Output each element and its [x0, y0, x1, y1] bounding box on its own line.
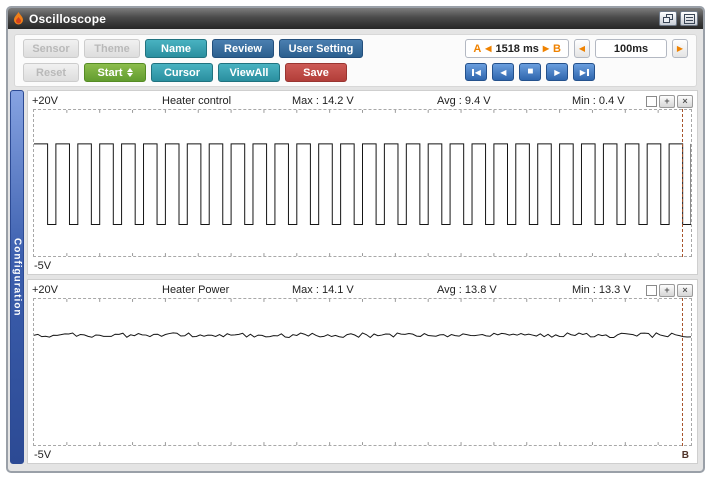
step-back-button[interactable]: ◀ — [492, 63, 515, 81]
min-value: Min : 13.3 V — [572, 284, 631, 296]
cursor-b-line[interactable] — [682, 298, 683, 446]
time-range-display[interactable]: A ◀ 1518 ms ▶ B — [465, 39, 569, 58]
avg-value: Avg : 9.4 V — [437, 95, 491, 107]
close-icon: × — [682, 96, 688, 106]
timebase-display[interactable]: 100ms — [595, 39, 667, 58]
time-range-value: 1518 ms — [495, 42, 539, 55]
minimize-window-button[interactable] — [680, 11, 698, 26]
restore-window-button[interactable] — [659, 11, 677, 26]
cursor-b-footer-label: B — [681, 450, 689, 461]
panel-controls: + × — [646, 94, 693, 108]
play-icon: ▶ — [554, 67, 561, 77]
bar-icon — [471, 68, 474, 76]
app-icon — [13, 12, 24, 25]
cursor-b-line[interactable] — [682, 109, 683, 257]
save-button[interactable]: Save — [285, 63, 347, 82]
screen: Oscilloscope Sensor Theme Name Review Us… — [0, 0, 711, 479]
channel-panels: +20V Heater control Max : 14.2 V Avg : 9… — [27, 90, 698, 464]
avg-value: Avg : 13.8 V — [437, 284, 497, 296]
cursor-button[interactable]: Cursor — [151, 63, 213, 82]
stop-button[interactable]: ■ — [519, 63, 542, 81]
zoom-plus-icon: + — [664, 96, 670, 106]
oscilloscope-window: Oscilloscope Sensor Theme Name Review Us… — [6, 6, 705, 473]
theme-button[interactable]: Theme — [84, 39, 140, 58]
waveform-display — [33, 298, 692, 446]
voltage-bottom-label: -5V — [34, 449, 52, 461]
name-button[interactable]: Name — [145, 39, 207, 58]
user-setting-button[interactable]: User Setting — [279, 39, 363, 58]
voltage-bottom-label: -5V — [34, 260, 52, 272]
panel-controls: + × — [646, 283, 693, 297]
playback-controls: ◀ ◀ ■ ▶ ▶ — [465, 63, 688, 81]
scope-region: Configuration +20V Heater control Max : … — [10, 90, 698, 464]
panel-footer: -5V B — [32, 446, 693, 461]
viewall-button[interactable]: ViewAll — [218, 63, 280, 82]
channel-checkbox[interactable] — [646, 284, 657, 296]
step-back-icon: ◀ — [500, 67, 507, 77]
restore-icon — [662, 13, 673, 23]
zoom-plus-icon: + — [664, 285, 670, 295]
stop-icon: ■ — [527, 66, 534, 77]
channel-checkbox[interactable] — [646, 95, 657, 107]
start-spinner-icon — [126, 68, 133, 77]
waveform-trace — [34, 110, 691, 256]
reset-button[interactable]: Reset — [23, 63, 79, 82]
panel-header: +20V Heater Power Max : 14.1 V Avg : 13.… — [32, 282, 693, 298]
skip-to-start-button[interactable]: ◀ — [465, 63, 488, 81]
review-button[interactable]: Review — [212, 39, 274, 58]
voltage-top-label: +20V — [32, 284, 58, 296]
panel-header: +20V Heater control Max : 14.2 V Avg : 9… — [32, 93, 693, 109]
skip-start-icon: ◀ — [474, 67, 481, 77]
channel-name: Heater Power — [162, 284, 230, 296]
sensor-button[interactable]: Sensor — [23, 39, 79, 58]
toolbar-buttons: Sensor Theme Name Review User Setting Re… — [23, 39, 363, 82]
channel-panel-heater-control: +20V Heater control Max : 14.2 V Avg : 9… — [27, 90, 698, 275]
channel-name: Heater control — [162, 95, 232, 107]
right-arrow-icon: ▶ — [676, 43, 684, 53]
panel-zoom-button[interactable]: + — [659, 283, 675, 297]
waveform-trace — [34, 299, 691, 445]
window-controls — [659, 11, 698, 26]
toolbar-time-controls: A ◀ 1518 ms ▶ B ◀ 100ms ▶ ◀ ◀ ■ ▶ ▶ — [465, 39, 688, 81]
voltage-top-label: +20V — [32, 95, 58, 107]
panel-footer: -5V — [32, 257, 693, 272]
play-button[interactable]: ▶ — [546, 63, 569, 81]
cursor-b-marker-icon: ▶ — [542, 43, 550, 53]
window-title: Oscilloscope — [29, 11, 107, 26]
configuration-tab[interactable]: Configuration — [10, 90, 24, 464]
start-button[interactable]: Start — [84, 63, 146, 82]
channel-panel-heater-power: +20V Heater Power Max : 14.1 V Avg : 13.… — [27, 279, 698, 464]
toolbar: Sensor Theme Name Review User Setting Re… — [14, 34, 697, 87]
min-value: Min : 0.4 V — [572, 95, 625, 107]
close-icon: × — [682, 285, 688, 295]
timebase-decrease-button[interactable]: ◀ — [574, 39, 590, 58]
start-button-label: Start — [97, 66, 123, 79]
timebase-increase-button[interactable]: ▶ — [672, 39, 688, 58]
skip-end-icon: ▶ — [579, 67, 586, 77]
minimize-icon — [683, 13, 695, 24]
cursor-b-label: B — [553, 42, 561, 55]
panel-close-button[interactable]: × — [677, 283, 693, 297]
panel-close-button[interactable]: × — [677, 94, 693, 108]
cursor-a-label: A — [473, 42, 482, 55]
max-value: Max : 14.1 V — [292, 284, 354, 296]
panel-zoom-button[interactable]: + — [659, 94, 675, 108]
title-bar[interactable]: Oscilloscope — [8, 8, 703, 29]
cursor-a-marker-icon: ◀ — [485, 43, 492, 53]
left-arrow-icon: ◀ — [578, 43, 586, 53]
waveform-display — [33, 109, 692, 257]
bar-icon — [586, 68, 589, 76]
skip-to-end-button[interactable]: ▶ — [573, 63, 596, 81]
max-value: Max : 14.2 V — [292, 95, 354, 107]
